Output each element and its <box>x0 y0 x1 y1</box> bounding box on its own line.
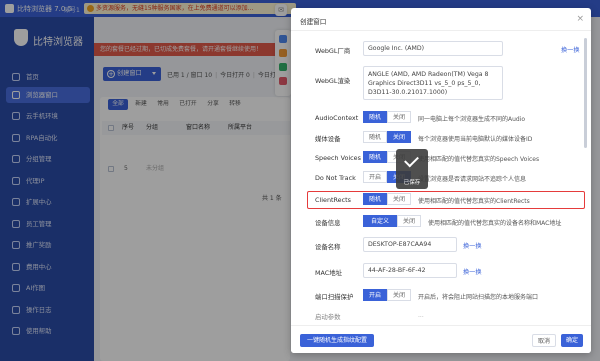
media-device-desc: 每个浏览器使用当前电脑默认的媒体设备ID <box>418 136 533 143</box>
audiocontext-label: AudioContext <box>315 114 359 122</box>
webgl-vendor-switch-link[interactable]: 换一换 <box>561 45 580 54</box>
webgl-vendor-field[interactable]: Google Inc. (AMD) <box>363 41 503 56</box>
check-icon <box>404 152 419 168</box>
webgl-vendor-label: WebGL厂商 <box>315 47 351 55</box>
do-not-track-on-option[interactable]: 开启 <box>363 171 387 183</box>
device-info-custom-option[interactable]: 自定义 <box>363 215 397 227</box>
startup-params-label: 启动参数 <box>315 313 341 321</box>
dialog-title: 创建窗口 <box>300 18 327 26</box>
startup-params-desc: ... <box>418 312 424 319</box>
device-name-label: 设备名称 <box>315 243 341 251</box>
device-info-off-option[interactable]: 关闭 <box>397 215 421 227</box>
device-info-desc: 使用相匹配的值代替您真实的设备名称和MAC地址 <box>428 220 562 227</box>
mac-address-field[interactable]: 44-AF-28-BF-6F-42 <box>363 263 457 278</box>
media-device-label: 媒体设备 <box>315 135 341 143</box>
webgl-renderer-field[interactable]: ANGLE (AMD, AMD Radeon(TM) Vega 8 Graphi… <box>363 66 503 100</box>
port-scan-on-option[interactable]: 开启 <box>363 289 387 301</box>
speech-voices-desc: 使用相匹配的值代替您真实的Speech Voices <box>418 156 540 163</box>
confirm-button[interactable]: 确定 <box>561 334 583 347</box>
do-not-track-desc: 设置浏览器是否请求网站不追踪个人信息 <box>418 176 527 183</box>
speech-voices-random-option[interactable]: 随机 <box>363 151 387 163</box>
clientrects-random-option[interactable]: 随机 <box>363 193 387 205</box>
port-scan-off-option[interactable]: 关闭 <box>387 289 411 301</box>
audiocontext-random-option[interactable]: 随机 <box>363 111 387 123</box>
mac-address-switch-link[interactable]: 换一换 <box>463 267 482 276</box>
audiocontext-off-option[interactable]: 关闭 <box>387 111 411 123</box>
media-device-random-option[interactable]: 随机 <box>363 131 387 143</box>
random-fingerprint-button[interactable]: 一键随机生成指纹配置 <box>300 334 374 347</box>
webgl-renderer-label: WebGL渲染 <box>315 77 351 85</box>
do-not-track-label: Do Not Track <box>315 174 356 182</box>
port-scan-label: 端口扫描保护 <box>315 293 354 301</box>
clientrects-off-option[interactable]: 关闭 <box>387 193 411 205</box>
speech-voices-label: Speech Voices <box>315 154 361 162</box>
dialog-scrollbar[interactable] <box>584 38 587 148</box>
saved-toast-text: 已保存 <box>403 180 421 186</box>
port-scan-desc: 开启后，将会阻止网站扫描您的本地服务端口 <box>418 294 539 301</box>
dialog-footer: 一键随机生成指纹配置 取消 确定 <box>291 325 591 353</box>
mac-address-label: MAC地址 <box>315 269 343 277</box>
close-icon[interactable]: × <box>576 14 584 24</box>
saved-toast: 已保存 <box>396 149 428 189</box>
device-name-switch-link[interactable]: 换一换 <box>463 241 482 250</box>
create-window-dialog: 创建窗口 × WebGL厂商 Google Inc. (AMD) 换一换 Web… <box>291 8 591 353</box>
media-device-off-option[interactable]: 关闭 <box>387 131 411 143</box>
audiocontext-desc: 同一电脑上每个浏览器生成不同的Audio <box>418 116 526 123</box>
device-info-label: 设备信息 <box>315 219 341 227</box>
clientrects-label: ClientRects <box>315 196 351 204</box>
cancel-button[interactable]: 取消 <box>532 334 556 347</box>
clientrects-desc: 使用相匹配的值代替您真实的ClientRects <box>418 198 530 205</box>
device-name-field[interactable]: DESKTOP-E87CAA94 <box>363 237 457 252</box>
